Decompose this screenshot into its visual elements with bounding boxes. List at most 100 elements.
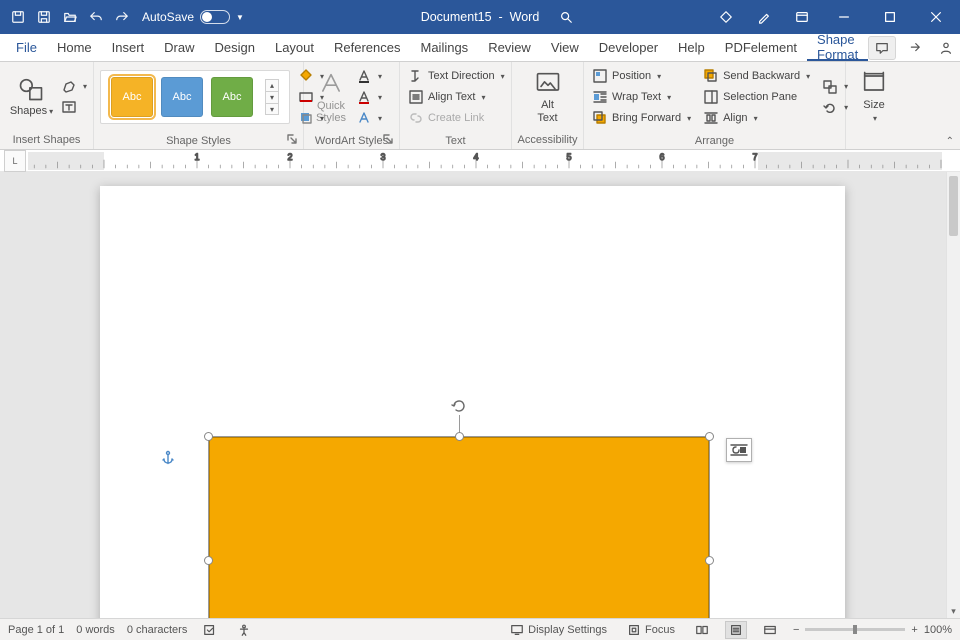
- style-swatch-3[interactable]: Abc: [211, 77, 253, 117]
- wrap-text-button[interactable]: Wrap Text▾: [592, 87, 691, 107]
- account-icon[interactable]: [932, 36, 960, 60]
- tab-insert[interactable]: Insert: [102, 34, 155, 61]
- tab-home[interactable]: Home: [47, 34, 102, 61]
- status-page[interactable]: Page 1 of 1: [8, 624, 64, 636]
- tab-pdfelement[interactable]: PDFelement: [715, 34, 807, 61]
- vertical-scrollbar[interactable]: ▴ ▾: [946, 172, 960, 618]
- size-button[interactable]: Size▾: [853, 67, 895, 125]
- selection-pane-label: Selection Pane: [723, 91, 797, 103]
- undo-icon[interactable]: [84, 5, 108, 29]
- web-layout-icon[interactable]: [759, 621, 781, 639]
- collapse-ribbon-icon[interactable]: ⌃: [946, 136, 954, 147]
- scroll-thumb[interactable]: [949, 176, 958, 236]
- zoom-in-button[interactable]: +: [911, 624, 917, 636]
- autosave-indicator-icon[interactable]: [6, 5, 30, 29]
- zoom-out-button[interactable]: −: [793, 624, 799, 636]
- display-settings-button[interactable]: Display Settings: [506, 619, 611, 641]
- style-swatch-2[interactable]: Abc: [161, 77, 203, 117]
- spellcheck-icon[interactable]: [199, 619, 221, 641]
- tab-file[interactable]: File: [6, 34, 47, 61]
- tab-layout[interactable]: Layout: [265, 34, 324, 61]
- resize-handle-tr[interactable]: [705, 432, 714, 441]
- ribbon-display-icon[interactable]: [784, 0, 820, 34]
- align-icon: [703, 110, 719, 126]
- close-button[interactable]: [914, 0, 958, 34]
- zoom-level[interactable]: 100%: [924, 624, 952, 636]
- resize-handle-tl[interactable]: [204, 432, 213, 441]
- gallery-down-icon[interactable]: ▾: [265, 91, 279, 103]
- send-backward-button[interactable]: Send Backward ▾: [703, 66, 810, 86]
- tab-review[interactable]: Review: [478, 34, 541, 61]
- focus-button[interactable]: Focus: [623, 619, 679, 641]
- text-direction-button[interactable]: Text Direction▾: [408, 66, 505, 86]
- tab-references[interactable]: References: [324, 34, 410, 61]
- alt-text-button[interactable]: Alt Text: [527, 67, 569, 125]
- diamond-icon[interactable]: [708, 0, 744, 34]
- text-fill-button[interactable]: ▾: [356, 66, 382, 86]
- pen-icon[interactable]: [746, 0, 782, 34]
- title-separator: -: [495, 10, 510, 24]
- document-area[interactable]: [0, 172, 946, 618]
- tab-developer[interactable]: Developer: [589, 34, 668, 61]
- shapes-button[interactable]: Shapes▾: [6, 73, 57, 119]
- rectangle-shape[interactable]: [209, 437, 709, 618]
- comments-icon[interactable]: [868, 36, 896, 60]
- tab-view[interactable]: View: [541, 34, 589, 61]
- style-gallery[interactable]: Abc Abc Abc ▴ ▾ ▾: [100, 70, 290, 124]
- align-button[interactable]: Align▾: [703, 108, 810, 128]
- layout-options-button[interactable]: [726, 438, 752, 462]
- resize-handle-t[interactable]: [455, 432, 464, 441]
- resize-handle-r[interactable]: [705, 556, 714, 565]
- print-layout-icon[interactable]: [725, 621, 747, 639]
- chevron-down-icon[interactable]: ▼: [236, 13, 244, 22]
- position-button[interactable]: Position▾: [592, 66, 691, 86]
- text-outline-button[interactable]: ▾: [356, 87, 382, 107]
- selection-pane-button[interactable]: Selection Pane: [703, 87, 810, 107]
- status-chars[interactable]: 0 characters: [127, 624, 188, 636]
- svg-text:3: 3: [380, 152, 385, 162]
- bring-forward-button[interactable]: Bring Forward ▾: [592, 108, 691, 128]
- size-icon: [860, 69, 888, 97]
- tab-selector[interactable]: L: [4, 150, 26, 172]
- scroll-down-icon[interactable]: ▾: [947, 604, 960, 618]
- rotate-button[interactable]: ▾: [822, 98, 848, 118]
- group-shapes-button[interactable]: ▾: [822, 77, 848, 97]
- search-icon[interactable]: [548, 0, 584, 34]
- dialog-launcher-icon[interactable]: [383, 134, 395, 146]
- quick-styles-button[interactable]: Quick Styles: [310, 68, 352, 126]
- open-icon[interactable]: [58, 5, 82, 29]
- tab-draw[interactable]: Draw: [154, 34, 204, 61]
- zoom-control: − + 100%: [793, 624, 952, 636]
- share-icon[interactable]: [900, 36, 928, 60]
- autosave-label: AutoSave: [142, 10, 194, 24]
- status-words[interactable]: 0 words: [76, 624, 115, 636]
- text-effects-button[interactable]: ▾: [356, 108, 382, 128]
- tab-shape-format[interactable]: Shape Format: [807, 34, 868, 61]
- autosave-toggle[interactable]: AutoSave ▼: [142, 10, 244, 24]
- align-text-button[interactable]: Align Text▾: [408, 87, 505, 107]
- minimize-button[interactable]: [822, 0, 866, 34]
- zoom-slider[interactable]: [805, 628, 905, 631]
- draw-textbox-button[interactable]: [61, 97, 87, 117]
- selected-shape[interactable]: [205, 433, 713, 618]
- gallery-up-icon[interactable]: ▴: [265, 79, 279, 91]
- align-label: Align: [723, 112, 747, 124]
- redo-icon[interactable]: [110, 5, 134, 29]
- rotate-handle[interactable]: [450, 397, 468, 415]
- resize-handle-l[interactable]: [204, 556, 213, 565]
- tab-help[interactable]: Help: [668, 34, 715, 61]
- read-mode-icon[interactable]: [691, 621, 713, 639]
- dialog-launcher-icon[interactable]: [287, 134, 299, 146]
- toggle-off-icon[interactable]: [200, 10, 230, 24]
- accessibility-status-icon[interactable]: [233, 619, 255, 641]
- save-icon[interactable]: [32, 5, 56, 29]
- tab-design[interactable]: Design: [205, 34, 265, 61]
- maximize-button[interactable]: [868, 0, 912, 34]
- position-icon: [592, 68, 608, 84]
- edit-shape-button[interactable]: ▾: [61, 76, 87, 96]
- style-swatch-1[interactable]: Abc: [111, 77, 153, 117]
- wordart-icon: [317, 70, 345, 98]
- horizontal-ruler[interactable]: 1234567: [28, 152, 942, 170]
- gallery-more-icon[interactable]: ▾: [265, 103, 279, 115]
- tab-mailings[interactable]: Mailings: [411, 34, 479, 61]
